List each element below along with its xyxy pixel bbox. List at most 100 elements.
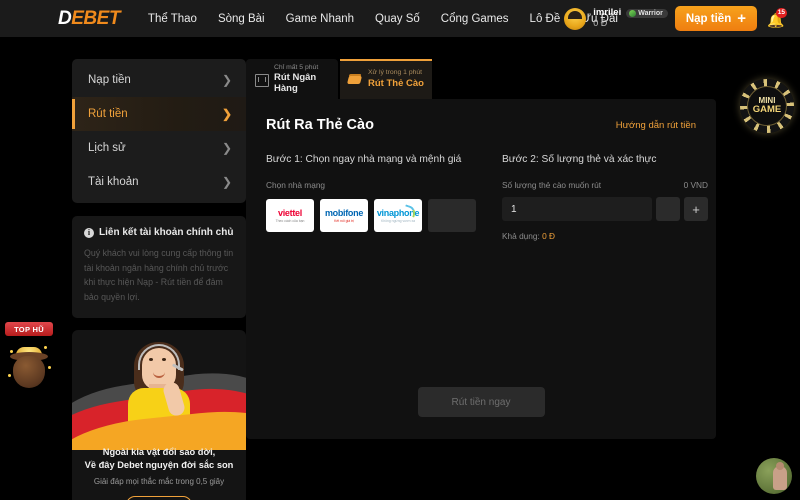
tab-text: Chỉ mất 5 phút Rút Ngân Hàng	[274, 64, 330, 94]
nav-item-cong-games[interactable]: Cổng Games	[441, 13, 509, 25]
contact-support-button[interactable]: Liên hệ CSKH	[126, 495, 192, 500]
submit-area: Rút tiền ngay	[246, 387, 716, 417]
carrier-option-placeholder	[428, 199, 476, 232]
withdraw-guide-link[interactable]: Hướng dẫn rút tiền	[616, 120, 696, 131]
chevron-right-icon: ❯	[221, 107, 232, 121]
top-hu-widget[interactable]: TOP HŨ	[2, 322, 56, 392]
username: imrilei	[593, 7, 622, 19]
sidebar: Nạp tiền ❯ Rút tiền ❯ Lịch sử ❯ Tài khoả…	[72, 59, 246, 500]
support-promo-banner[interactable]: Ngoài kia vật đổi sao dời, Về đây Debet …	[72, 330, 246, 500]
avatar[interactable]	[564, 7, 587, 30]
promo-subtitle: Giải đáp mọi thắc mắc trong 0,5 giây	[93, 476, 225, 486]
tab-label: Rút Ngân Hàng	[274, 72, 317, 94]
quantity-increment-button[interactable]: +	[684, 197, 708, 221]
tab-subtitle: Xử lý trong 1 phút	[368, 69, 423, 77]
sidebar-item-label: Lịch sử	[88, 142, 126, 154]
chevron-right-icon: ❯	[221, 141, 232, 155]
carrier-option-mobifone[interactable]: mobifone Kết nối giá trị	[320, 199, 368, 232]
step-2-heading: Bước 2: Số lượng thẻ và xác thực	[502, 154, 657, 165]
withdraw-panel: Rút Ra Thẻ Cào Hướng dẫn rút tiền Bước 1…	[246, 99, 716, 439]
page-body: Nạp tiền ❯ Rút tiền ❯ Lịch sử ❯ Tài khoả…	[0, 37, 800, 500]
sidebar-item-lich-su[interactable]: Lịch sử ❯	[72, 131, 246, 165]
available-balance: Khả dụng: 0 Đ	[502, 231, 708, 241]
logo-part-e: E	[71, 7, 84, 29]
shield-icon	[629, 9, 637, 17]
tab-rut-the-cao[interactable]: Xử lý trong 1 phút Rút Thẻ Cào	[340, 59, 432, 99]
tab-rut-ngan-hang[interactable]: Chỉ mất 5 phút Rút Ngân Hàng	[246, 59, 338, 99]
nav-item-song-bai[interactable]: Sòng Bài	[218, 13, 265, 25]
promo-line-1: Ngoài kia vật đổi sao dời,	[102, 447, 216, 457]
user-balance: 0 Đ	[593, 18, 608, 29]
rank-badge: Warrior	[626, 8, 668, 18]
carrier-tagline: Theo cách của bạn	[275, 219, 305, 224]
chevron-right-icon: ❯	[221, 175, 232, 189]
carrier-field-label: Chọn nhà mạng	[266, 180, 326, 190]
quantity-stepper: − +	[502, 197, 708, 221]
main-content: Chỉ mất 5 phút Rút Ngân Hàng Xử lý trong…	[246, 59, 716, 439]
site-header: D E BET Thể Thao Sòng Bài Game Nhanh Quay …	[0, 0, 800, 37]
notice-title-row: i Liên kết tài khoản chính chủ	[84, 227, 234, 238]
carrier-option-viettel[interactable]: viettel Theo cách của bạn	[266, 199, 314, 232]
carrier-tagline: Kết nối giá trị	[334, 219, 354, 224]
mini-game-chip: MINI GAME	[747, 86, 787, 126]
header-user-area: imrilei Warrior 0 Đ Nạp tiền + 🔔 15	[564, 0, 787, 37]
logo-part-d: D	[58, 7, 72, 29]
carrier-name: mobifone	[324, 207, 364, 218]
nav-item-lo-de[interactable]: Lô Đề	[530, 13, 561, 25]
promo-text-block: Ngoài kia vật đổi sao dời, Về đây Debet …	[72, 446, 246, 500]
nav-item-game-nhanh[interactable]: Game Nhanh	[286, 13, 354, 25]
notification-count-badge: 15	[775, 7, 787, 18]
quantity-input[interactable]	[502, 197, 652, 221]
available-value: 0 Đ	[542, 231, 556, 241]
user-info: imrilei Warrior 0 Đ	[593, 8, 668, 28]
sidebar-item-tai-khoan[interactable]: Tài khoản ❯	[72, 165, 246, 199]
amount-value: 0 VND	[683, 180, 708, 190]
step-1-column: Bước 1: Chọn ngay nhà mạng và mệnh giá C…	[266, 154, 476, 241]
steps-columns: Bước 1: Chọn ngay nhà mạng và mệnh giá C…	[266, 154, 708, 241]
plus-icon: +	[737, 10, 746, 27]
bank-icon	[254, 72, 269, 87]
notice-title: Liên kết tài khoản chính chủ	[99, 227, 234, 238]
sidebar-item-rut-tien[interactable]: Rút tiền ❯	[72, 97, 246, 131]
info-icon: i	[84, 227, 94, 238]
tab-subtitle: Chỉ mất 5 phút	[274, 63, 319, 71]
site-logo[interactable]: D E BET	[58, 8, 120, 30]
available-label: Khả dụng:	[502, 231, 543, 241]
main-nav: Thể Thao Sòng Bài Game Nhanh Quay Số Cổn…	[148, 13, 618, 25]
deposit-button[interactable]: Nạp tiền +	[674, 6, 757, 31]
chevron-right-icon: ❯	[221, 73, 232, 87]
step-1-heading: Bước 1: Chọn ngay nhà mạng và mệnh giá	[266, 154, 462, 165]
promo-artwork	[72, 330, 246, 450]
step-2-column: Bước 2: Số lượng thẻ và xác thực Số lượn…	[502, 154, 708, 241]
notification-bell[interactable]: 🔔 15	[764, 7, 787, 31]
support-chat-avatar[interactable]	[756, 458, 792, 494]
deposit-button-label: Nạp tiền	[685, 12, 732, 25]
sidebar-item-label: Tài khoản	[88, 176, 139, 188]
carrier-name: viettel	[278, 207, 302, 218]
carrier-tagline: Không ngừng vươn xa	[380, 219, 416, 224]
sidebar-item-nap-tien[interactable]: Nạp tiền ❯	[72, 63, 246, 97]
tab-label: Rút Thẻ Cào	[368, 77, 424, 89]
logo-part-bet: BET	[83, 7, 120, 29]
user-name-row: imrilei Warrior	[593, 8, 668, 18]
rank-badge-label: Warrior	[638, 9, 663, 17]
quantity-field-label: Số lượng thẻ cào muốn rút	[502, 180, 602, 190]
nav-item-the-thao[interactable]: Thể Thao	[148, 13, 197, 25]
mini-game-widget[interactable]: MINI GAME	[740, 79, 794, 133]
sidebar-item-label: Nạp tiền	[88, 74, 131, 86]
carrier-options: viettel Theo cách của bạn mobifone Kết n…	[266, 199, 476, 232]
promo-line-2: Về đây Debet nguyện đời sắc son	[84, 460, 234, 471]
mini-game-line-2: GAME	[752, 104, 782, 116]
notice-body: Quý khách vui lòng cung cấp thông tin tà…	[84, 248, 234, 302]
panel-header: Rút Ra Thẻ Cào Hướng dẫn rút tiền	[266, 117, 696, 133]
quantity-decrement-button[interactable]: −	[656, 197, 680, 221]
page-title: Rút Ra Thẻ Cào	[266, 117, 374, 133]
treasure-pot-icon	[6, 340, 52, 392]
withdraw-now-button[interactable]: Rút tiền ngay	[417, 387, 545, 417]
top-hu-badge[interactable]: TOP HŨ	[5, 322, 53, 336]
avatar-head	[776, 462, 784, 470]
scratch-card-icon	[347, 72, 362, 86]
nav-item-quay-so[interactable]: Quay Số	[375, 13, 420, 25]
withdraw-method-tabs: Chỉ mất 5 phút Rút Ngân Hàng Xử lý trong…	[246, 59, 716, 99]
carrier-option-vinaphone[interactable]: vinaphone Không ngừng vươn xa	[374, 199, 422, 232]
